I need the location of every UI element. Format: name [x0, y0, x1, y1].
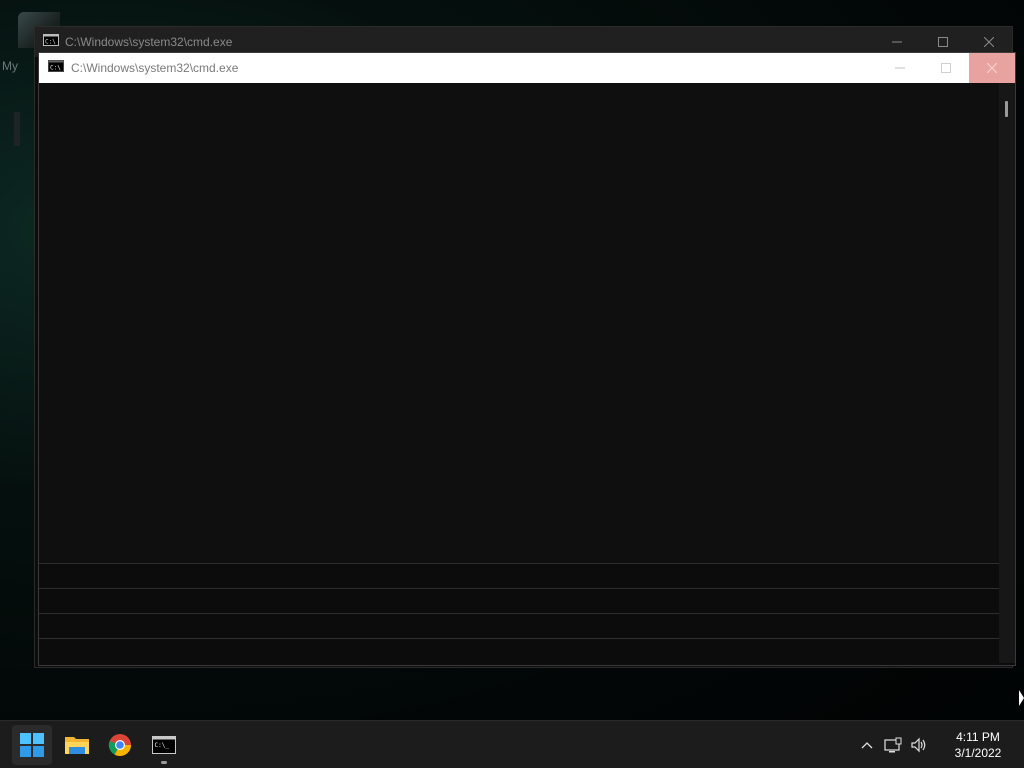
file-explorer-button[interactable]: [57, 725, 97, 765]
window-title: C:\Windows\system32\cmd.exe: [71, 61, 239, 75]
window-title: C:\Windows\system32\cmd.exe: [65, 35, 233, 49]
folder-icon: [65, 737, 89, 754]
show-hidden-icons-button[interactable]: [854, 732, 880, 758]
title-bar[interactable]: C:\ C:\Windows\system32\cmd.exe: [39, 53, 1015, 83]
cmd-icon: C:\: [43, 33, 59, 51]
minimize-button[interactable]: [877, 53, 923, 83]
network-icon: [884, 737, 902, 753]
vertical-scrollbar[interactable]: [999, 83, 1015, 663]
desktop-icon-label: My: [2, 59, 18, 73]
console-output[interactable]: [39, 83, 999, 563]
clock-time: 4:11 PM: [956, 730, 1000, 744]
ghost-row: [39, 563, 1015, 588]
mouse-cursor: [1019, 690, 1024, 706]
maximize-icon: [941, 63, 951, 73]
clock[interactable]: 4:11 PM 3/1/2022: [938, 729, 1018, 761]
cmd-window[interactable]: C:\ C:\Windows\system32\cmd.exe: [38, 52, 1016, 666]
cmd-icon: C:\: [48, 59, 64, 77]
minimize-icon: [895, 67, 905, 69]
ghost-row: [39, 588, 1015, 613]
chrome-button[interactable]: [100, 725, 140, 765]
minimize-icon: [892, 41, 902, 43]
chrome-icon: [108, 734, 131, 756]
close-icon: [984, 37, 994, 47]
desktop-icon-partial[interactable]: [14, 112, 20, 146]
console-text: [39, 83, 999, 91]
svg-text:C:\_: C:\_: [155, 742, 170, 749]
windows-logo-icon: [20, 733, 44, 757]
cmd-taskbar-button[interactable]: C:\_: [144, 725, 184, 765]
close-button[interactable]: [969, 53, 1015, 83]
volume-button[interactable]: [906, 732, 932, 758]
system-tray: 4:11 PM 3/1/2022: [854, 721, 1024, 768]
scrollbar-thumb[interactable]: [1005, 101, 1008, 117]
network-button[interactable]: [880, 732, 906, 758]
running-indicator: [161, 761, 167, 764]
maximize-icon: [938, 37, 948, 47]
volume-icon: [911, 737, 926, 753]
clock-date: 3/1/2022: [954, 746, 1002, 760]
ghost-row: [39, 613, 1015, 638]
taskbar: C:\_ 4:11 PM 3/1/2022: [0, 720, 1024, 768]
close-icon: [987, 63, 997, 73]
cmd-icon: C:\_: [152, 736, 176, 754]
chevron-up-icon: [861, 742, 873, 749]
svg-text:C:\: C:\: [45, 39, 56, 46]
console-ghost-rows: [39, 563, 1015, 663]
ghost-row: [39, 638, 1015, 663]
svg-text:C:\: C:\: [50, 65, 61, 72]
maximize-button[interactable]: [923, 53, 969, 83]
start-button[interactable]: [12, 725, 52, 765]
